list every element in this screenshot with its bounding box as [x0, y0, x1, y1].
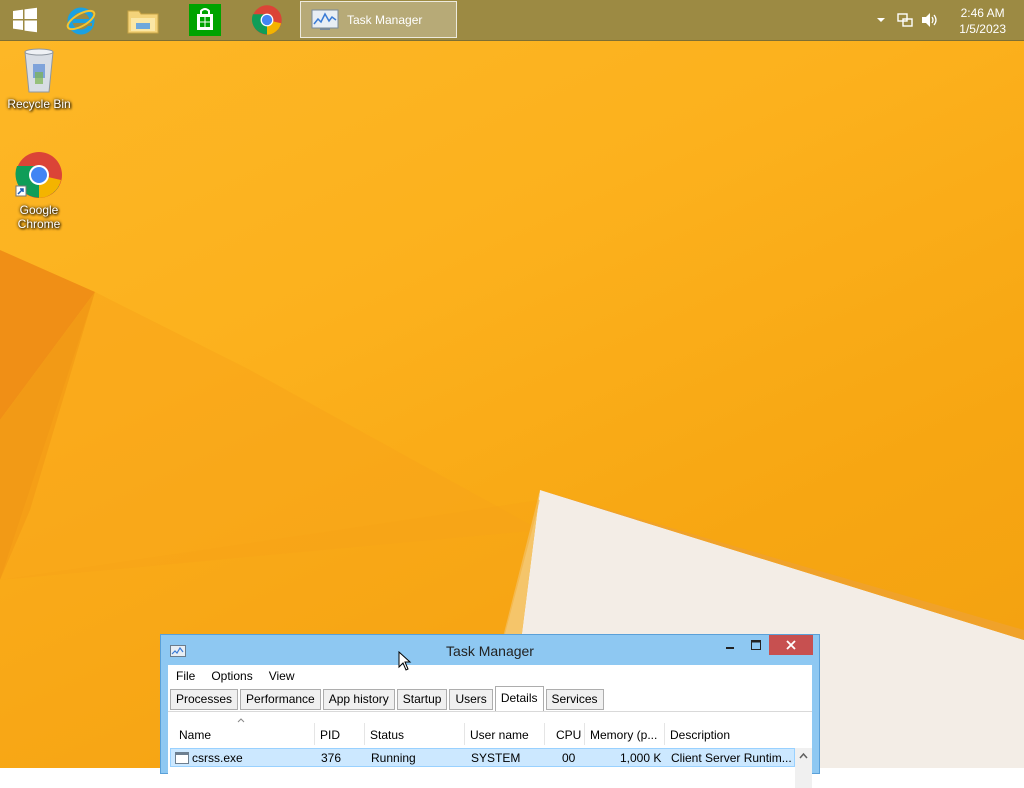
cell-memory: 1,000 K: [620, 751, 662, 765]
menu-view[interactable]: View: [261, 669, 303, 683]
minimize-icon: [726, 647, 734, 649]
volume-tray-button[interactable]: [918, 0, 942, 40]
chrome-shortcut[interactable]: Google Chrome: [1, 150, 77, 231]
cell-pid: 376: [321, 751, 342, 765]
taskbar: Task Manager 2:46 AM 1/5/2023: [0, 0, 1024, 41]
recycle-bin-shortcut[interactable]: Recycle Bin: [1, 46, 77, 111]
menu-bar: File Options View: [168, 665, 812, 687]
start-button[interactable]: [0, 0, 50, 40]
column-separator[interactable]: [584, 723, 585, 745]
cell-user-name: SYSTEM: [471, 751, 521, 765]
tab-services[interactable]: Services: [545, 689, 604, 710]
clock[interactable]: 2:46 AM 1/5/2023: [959, 5, 1006, 37]
cell-cpu: 00: [562, 751, 576, 765]
tab-users[interactable]: Users: [449, 689, 493, 710]
close-button[interactable]: [769, 635, 813, 655]
maximize-button[interactable]: [743, 635, 769, 655]
recycle-bin-label: Recycle Bin: [7, 97, 71, 111]
title-bar[interactable]: Task Manager: [161, 635, 819, 665]
speaker-icon: [922, 13, 937, 27]
tab-app-history[interactable]: App history: [322, 689, 395, 710]
column-separator[interactable]: [664, 723, 665, 745]
recycle-bin-icon: [24, 48, 54, 93]
clock-date: 1/5/2023: [959, 22, 1006, 36]
network-tray-button[interactable]: [894, 0, 916, 40]
column-header-user-name[interactable]: User name: [470, 728, 529, 742]
tab-divider: [168, 711, 812, 712]
chrome-icon: [15, 152, 62, 198]
task-manager-window[interactable]: Task Manager File Options View Processes: [160, 634, 820, 788]
column-separator[interactable]: [364, 723, 365, 745]
scroll-up-icon[interactable]: [795, 748, 812, 765]
column-header-pid[interactable]: PID: [320, 728, 340, 742]
menu-file[interactable]: File: [168, 669, 203, 683]
column-separator[interactable]: [544, 723, 545, 745]
tab-startup[interactable]: Startup: [396, 689, 448, 710]
cell-status: Running: [371, 751, 416, 765]
column-header-memory[interactable]: Memory (p...: [590, 728, 657, 742]
column-header-description[interactable]: Description: [670, 728, 730, 742]
file-explorer-icon: [127, 10, 159, 34]
tab-processes[interactable]: Processes: [170, 689, 239, 710]
tab-strip: Processes Performance App history Startu…: [170, 686, 606, 712]
tab-details[interactable]: Details: [494, 686, 544, 712]
menu-options[interactable]: Options: [203, 669, 260, 683]
taskbar-chrome[interactable]: [236, 0, 298, 40]
tab-performance[interactable]: Performance: [240, 689, 321, 710]
column-header-name[interactable]: Name: [179, 728, 211, 742]
chrome-icon: [251, 5, 282, 35]
task-manager-icon: [311, 9, 339, 30]
taskbar-file-explorer[interactable]: [112, 0, 174, 40]
chevron-up-icon: [877, 18, 885, 22]
internet-explorer-icon: [66, 7, 96, 35]
column-header-cpu[interactable]: CPU: [556, 728, 581, 742]
show-hidden-icons-button[interactable]: [872, 0, 890, 40]
chrome-shortcut-label: Google Chrome: [17, 203, 61, 231]
clock-time: 2:46 AM: [960, 6, 1005, 20]
network-icon: [897, 13, 913, 27]
taskbar-task-manager[interactable]: Task Manager: [300, 1, 457, 38]
process-icon: [175, 752, 189, 764]
column-separator[interactable]: [464, 723, 465, 745]
maximize-icon: [751, 640, 761, 650]
vertical-scrollbar[interactable]: [795, 748, 812, 788]
close-icon: [786, 640, 796, 650]
mouse-cursor-icon: [398, 651, 412, 671]
table-row[interactable]: csrss.exe 376 Running SYSTEM 00 1,000 K …: [170, 748, 795, 767]
window-content: File Options View Processes Performance …: [168, 665, 812, 788]
cell-description: Client Server Runtim...: [671, 751, 792, 765]
windows-logo-icon: [13, 7, 37, 33]
taskbar-task-manager-label: Task Manager: [347, 12, 423, 27]
column-separator[interactable]: [314, 723, 315, 745]
taskbar-internet-explorer[interactable]: [50, 0, 112, 40]
store-icon: [189, 4, 221, 36]
sort-ascending-icon: [237, 718, 245, 723]
cell-name: csrss.exe: [192, 751, 243, 765]
taskbar-store[interactable]: [174, 0, 236, 40]
column-header-status[interactable]: Status: [370, 728, 404, 742]
minimize-button[interactable]: [717, 635, 743, 655]
